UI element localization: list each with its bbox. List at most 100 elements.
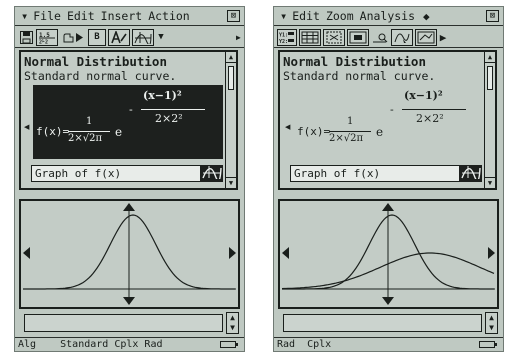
calculator-screen-right: ▾ Edit Zoom Analysis ◆ ⊠ Y1: Y2: ▶ Normal	[273, 6, 504, 352]
fraction-denominator: 2×√2π	[68, 133, 103, 144]
save-icon[interactable]	[18, 29, 34, 46]
menu-bar: ▾ Edit Zoom Analysis ◆ ⊠	[274, 7, 503, 26]
scroll-up-icon[interactable]: ▲	[485, 52, 495, 63]
graph-type-dropdown-icon[interactable]: ▼	[156, 29, 166, 46]
toolbar-more-icon[interactable]: ▸	[235, 29, 242, 46]
exponent-bar	[402, 109, 466, 110]
doc-scrollbar[interactable]: ▲ ▼	[225, 52, 236, 188]
doc-subtitle: Standard normal curve.	[283, 69, 436, 83]
doc-scrollbar[interactable]: ▲ ▼	[484, 52, 495, 188]
graph-editor-icon[interactable]: Y1: Y2:	[277, 28, 297, 46]
graph-plot	[281, 203, 495, 305]
pan-up-icon[interactable]	[382, 203, 394, 211]
scroll-thumb[interactable]	[228, 66, 234, 90]
graph-row[interactable]: Graph of f(x)	[31, 165, 223, 182]
style-icon[interactable]	[108, 28, 130, 46]
toolbar: 1.5 2⅟2 B ▼ ▸	[15, 27, 244, 48]
svg-text:Y1:: Y1:	[279, 32, 288, 38]
exponent-denominator: 2×2²	[155, 112, 183, 125]
exponent-bar	[141, 109, 205, 110]
status-text: Alg Standard Cplx Rad	[18, 339, 163, 350]
menu-edit[interactable]: Edit	[67, 9, 95, 23]
graph-window[interactable]	[278, 199, 499, 309]
doc-title: Normal Distribution	[24, 54, 167, 69]
document-area[interactable]: Normal Distribution Standard normal curv…	[19, 50, 238, 190]
toolbar-more-icon[interactable]: ▶	[439, 29, 447, 46]
toolbar: Y1: Y2: ▶	[274, 27, 503, 48]
document-area[interactable]: Normal Distribution Standard normal curv…	[278, 50, 497, 190]
stepper-icon[interactable]: ▲ ▼	[485, 312, 498, 334]
pan-down-icon[interactable]	[382, 297, 394, 305]
pan-right-icon[interactable]	[488, 247, 495, 259]
menu-bar: ▾ File Edit Insert Action ⊠	[15, 7, 244, 26]
formula-block[interactable]: ◀ f(x)= 1 2×√2π e - (x−1)² 2×2²	[24, 85, 223, 159]
svg-text:2⅟2: 2⅟2	[39, 38, 48, 44]
battery-icon	[220, 341, 238, 348]
entry-line[interactable]	[283, 314, 482, 332]
graph-plot	[23, 203, 236, 305]
menu-insert[interactable]: Insert	[101, 9, 143, 23]
scroll-thumb[interactable]	[487, 66, 493, 90]
graph-row-label: Graph of f(x)	[294, 167, 381, 180]
fraction-denominator: 2×√2π	[329, 133, 364, 144]
formula-lhs: f(x)=	[297, 125, 331, 138]
exponent-numerator: (x−1)²	[404, 89, 443, 102]
formula-lhs: f(x)=	[36, 125, 70, 138]
execute-icon[interactable]	[60, 29, 86, 46]
bold-button[interactable]: B	[88, 28, 106, 46]
close-icon[interactable]: ⊠	[227, 10, 240, 22]
status-text: Rad Cplx	[277, 339, 332, 350]
menu-analysis[interactable]: Analysis	[360, 9, 415, 23]
pan-left-icon[interactable]	[23, 247, 30, 259]
status-bar: Rad Cplx	[274, 337, 503, 351]
fraction-bar	[329, 131, 371, 132]
menu-diamond-icon[interactable]: ◆	[423, 10, 430, 23]
calculator-screen-left: ▾ File Edit Insert Action ⊠ 1.5 2⅟2 B ▼ ▸…	[14, 6, 245, 352]
zoom-box-icon[interactable]	[323, 28, 345, 46]
close-icon[interactable]: ⊠	[486, 10, 499, 22]
doc-subtitle: Standard normal curve.	[24, 69, 177, 83]
exponent-sign: -	[129, 103, 133, 116]
graph-icon[interactable]	[459, 165, 482, 182]
table-icon[interactable]	[299, 28, 321, 46]
scroll-down-icon[interactable]: ▼	[226, 177, 236, 188]
exponent-numerator: (x−1)²	[143, 89, 182, 102]
graph-window[interactable]	[19, 199, 240, 309]
doc-title: Normal Distribution	[283, 54, 426, 69]
svg-text:Y2:: Y2:	[279, 39, 288, 44]
scroll-down-icon[interactable]: ▼	[485, 177, 495, 188]
menu-action[interactable]: Action	[148, 9, 190, 23]
menu-chevron-icon[interactable]: ▾	[280, 9, 287, 23]
fraction-numerator: 1	[86, 116, 93, 127]
entry-line[interactable]	[24, 314, 223, 332]
graph-row-label: Graph of f(x)	[35, 167, 122, 180]
fraction-bar	[68, 131, 110, 132]
fraction-toggle-icon[interactable]: 1.5 2⅟2	[36, 28, 58, 46]
zoom-in-icon[interactable]	[347, 28, 369, 46]
graph-icon[interactable]	[200, 165, 223, 182]
menu-chevron-icon[interactable]: ▾	[21, 9, 28, 23]
pan-left-icon[interactable]	[282, 247, 289, 259]
menu-edit[interactable]: Edit	[292, 9, 320, 23]
status-bar: Alg Standard Cplx Rad	[15, 337, 244, 351]
trace-icon[interactable]	[391, 28, 413, 46]
menu-zoom[interactable]: Zoom	[326, 9, 354, 23]
menu-file[interactable]: File	[33, 9, 61, 23]
pan-down-icon[interactable]	[123, 297, 135, 305]
graph-type-icon[interactable]	[132, 28, 154, 46]
caret-icon: ◀	[24, 123, 30, 131]
pan-right-icon[interactable]	[229, 247, 236, 259]
pan-up-icon[interactable]	[123, 203, 135, 211]
zoom-magnify-icon[interactable]	[371, 29, 389, 46]
exponential-base: e	[115, 125, 123, 139]
graph-row[interactable]: Graph of f(x)	[290, 165, 482, 182]
sketch-icon[interactable]	[415, 28, 437, 46]
fraction-numerator: 1	[347, 116, 354, 127]
stepper-icon[interactable]: ▲ ▼	[226, 312, 239, 334]
exponential-base: e	[376, 125, 384, 139]
scroll-up-icon[interactable]: ▲	[226, 52, 236, 63]
exponent-sign: -	[390, 103, 394, 116]
caret-icon: ◀	[285, 123, 291, 131]
exponent-denominator: 2×2²	[416, 112, 444, 125]
formula-block[interactable]: ◀ f(x)= 1 2×√2π e - (x−1)² 2×2²	[285, 85, 484, 159]
